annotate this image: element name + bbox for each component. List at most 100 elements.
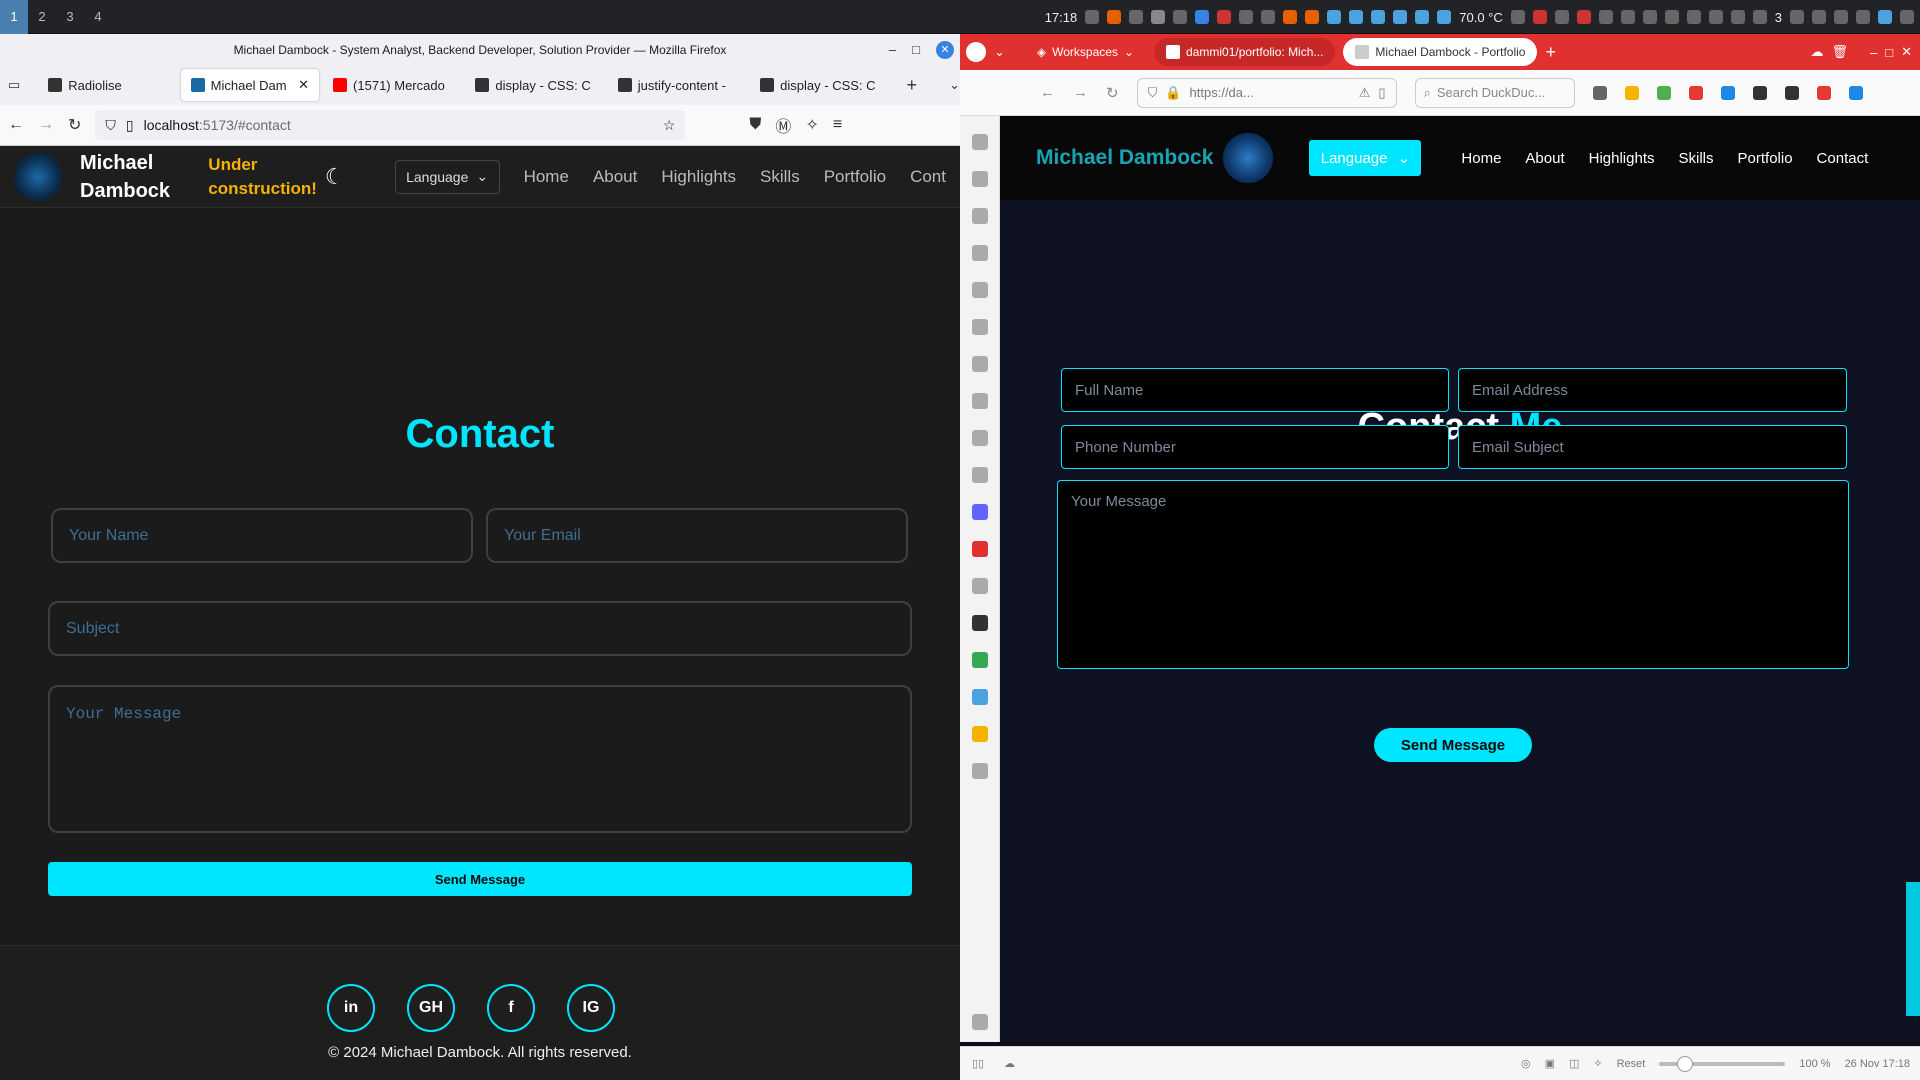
facebook-icon[interactable]: f xyxy=(487,984,535,1032)
extension-icon[interactable] xyxy=(1656,85,1671,100)
page-actions-icon[interactable]: ✧ xyxy=(1593,1057,1602,1070)
language-select[interactable]: Language ⌄ xyxy=(1309,140,1422,176)
url-bar[interactable]: ⛉ 🔒 https://da... ⚠ ▯ xyxy=(1136,77,1397,108)
safari-icon[interactable] xyxy=(1371,10,1386,24)
chevron-down-icon[interactable]: ⌄ xyxy=(994,44,1005,60)
nav-home[interactable]: Home xyxy=(1461,150,1501,167)
tab-display-css[interactable]: display - CSS: C xyxy=(465,69,603,101)
tab-list-icon[interactable]: ⌄ xyxy=(949,77,960,93)
app-icon[interactable] xyxy=(1730,10,1745,24)
capture-icon[interactable]: ◎ xyxy=(1521,1057,1531,1070)
linkedin-icon[interactable]: in xyxy=(327,984,375,1032)
image-icon[interactable]: ▣ xyxy=(1545,1057,1555,1070)
vivaldi-icon[interactable] xyxy=(972,541,988,557)
app-icon[interactable] xyxy=(1576,10,1591,24)
notion-icon[interactable] xyxy=(1784,85,1799,100)
firefox-icon[interactable] xyxy=(1107,10,1122,24)
nav-skills[interactable]: Skills xyxy=(760,167,800,187)
app-icon[interactable] xyxy=(1790,10,1804,24)
vivaldi-menu-icon[interactable] xyxy=(966,42,986,62)
diamond-icon[interactable] xyxy=(1349,10,1364,24)
site-logo-text[interactable]: Michael Dambock xyxy=(1036,146,1213,170)
cloud-icon[interactable]: ☁ xyxy=(1810,44,1823,60)
nav-highlights[interactable]: Highlights xyxy=(1589,150,1655,167)
language-select[interactable]: Language ⌄ xyxy=(394,159,500,194)
nav-about[interactable]: About xyxy=(1525,150,1564,167)
folder-icon[interactable] xyxy=(1327,10,1342,24)
bookmarks-icon[interactable] xyxy=(972,134,988,150)
extensions-icon[interactable]: ✧ xyxy=(805,115,818,135)
phone-number-input[interactable]: Phone Number xyxy=(1061,425,1449,469)
nav-contact[interactable]: Cont xyxy=(910,167,946,187)
minimize-icon[interactable]: – xyxy=(1870,45,1877,60)
tab-github[interactable]: dammi01/portfolio: Mich... xyxy=(1154,38,1336,66)
back-icon[interactable]: ← xyxy=(8,116,24,134)
extension-icon[interactable] xyxy=(1720,85,1735,100)
moon-icon[interactable]: ☾ xyxy=(325,164,345,190)
brain-logo[interactable] xyxy=(14,152,62,201)
cloud-icon[interactable]: ☁ xyxy=(1004,1057,1015,1070)
reload-icon[interactable]: ↻ xyxy=(68,115,81,135)
send-message-button[interactable]: Send Message xyxy=(48,862,912,896)
extension-icon[interactable] xyxy=(1848,85,1863,100)
network-icon[interactable] xyxy=(1812,10,1826,24)
nav-home[interactable]: Home xyxy=(524,167,569,187)
wikipedia-icon[interactable] xyxy=(972,578,988,594)
app-icon[interactable] xyxy=(1598,10,1613,24)
subject-input[interactable]: Subject xyxy=(48,601,912,656)
window-icon[interactable] xyxy=(972,356,988,372)
close-icon[interactable]: ✕ xyxy=(1901,44,1912,60)
app-icon[interactable] xyxy=(1554,10,1569,24)
rocket-icon[interactable] xyxy=(1752,10,1767,24)
menu-icon[interactable]: ≡ xyxy=(833,116,842,134)
workspace-3[interactable]: 3 xyxy=(56,0,84,34)
tab-display-css-2[interactable]: display - CSS: C xyxy=(750,69,888,101)
pdf-icon[interactable] xyxy=(1816,85,1831,100)
tab-close-icon[interactable]: ✕ xyxy=(298,77,309,93)
mastodon-icon[interactable] xyxy=(972,504,988,520)
notes-icon[interactable] xyxy=(972,282,988,298)
brain-logo[interactable] xyxy=(1223,133,1274,183)
bookmark-star-icon[interactable]: ☆ xyxy=(663,117,676,134)
vivaldi-icon[interactable] xyxy=(1532,10,1547,24)
add-panel-icon[interactable] xyxy=(972,763,988,779)
bookmark-icon[interactable]: ▯ xyxy=(1378,85,1385,101)
history-icon[interactable] xyxy=(972,245,988,261)
zoom-reset-button[interactable]: Reset xyxy=(1617,1058,1646,1070)
send-message-button[interactable]: Send Message xyxy=(1374,728,1532,762)
shield-icon[interactable] xyxy=(1195,10,1210,24)
app-icon[interactable] xyxy=(1217,10,1232,24)
tab-overview-icon[interactable]: ▭ xyxy=(8,77,20,93)
terminal-icon[interactable] xyxy=(1129,10,1144,24)
search-field[interactable]: ⌕ Search DuckDuc... xyxy=(1414,77,1575,108)
reload-icon[interactable]: ↻ xyxy=(1106,84,1119,102)
back-icon[interactable]: ← xyxy=(1040,84,1055,101)
check-icon[interactable] xyxy=(972,726,988,742)
app-icon[interactable] xyxy=(1620,10,1635,24)
nav-about[interactable]: About xyxy=(593,167,637,187)
github-icon[interactable]: GH xyxy=(407,984,455,1032)
maximize-icon[interactable]: □ xyxy=(912,42,920,57)
reading-list-icon[interactable] xyxy=(972,171,988,187)
account-icon[interactable]: Ⓜ xyxy=(775,113,791,137)
message-textarea[interactable]: Your Message xyxy=(48,685,912,833)
pocket-icon[interactable]: ⛊ xyxy=(749,116,761,134)
ubuntu-icon[interactable] xyxy=(1305,10,1320,24)
user-icon[interactable] xyxy=(1900,10,1914,24)
message-textarea[interactable]: Your Message xyxy=(1057,480,1849,669)
folder-icon[interactable] xyxy=(1085,10,1100,24)
extension-icon[interactable] xyxy=(1752,85,1767,100)
tab-justify-content[interactable]: justify-content - xyxy=(608,69,746,101)
diamond-icon[interactable] xyxy=(1437,10,1452,24)
nav-portfolio[interactable]: Portfolio xyxy=(824,167,886,187)
translate-icon[interactable] xyxy=(972,319,988,335)
tasks-icon[interactable] xyxy=(972,467,988,483)
tiling-icon[interactable]: ◫ xyxy=(1569,1057,1579,1070)
downloads-icon[interactable] xyxy=(972,208,988,224)
extension-icon[interactable] xyxy=(1624,85,1639,100)
url-bar[interactable]: ⛉ ▯ localhost:5173/#contact ☆ xyxy=(95,110,686,140)
nav-highlights[interactable]: Highlights xyxy=(661,167,736,187)
tab-portfolio[interactable]: Michael Dambock - Portfolio xyxy=(1343,38,1538,66)
diamond-icon[interactable] xyxy=(1393,10,1408,24)
email-subject-input[interactable]: Email Subject xyxy=(1458,425,1847,469)
